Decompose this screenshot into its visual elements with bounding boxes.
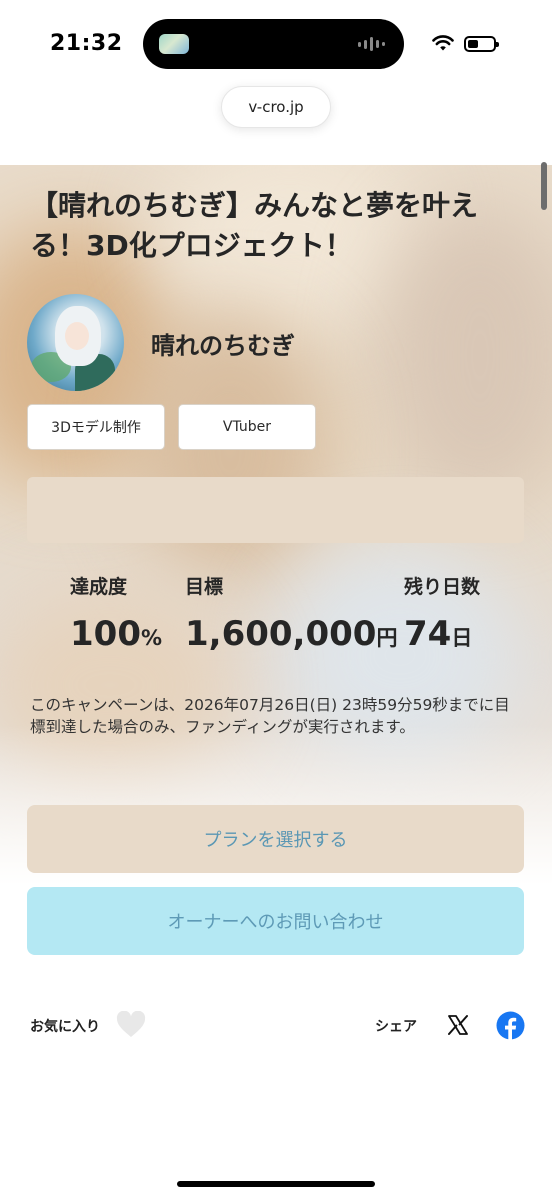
dynamic-island[interactable] (143, 19, 404, 69)
goal-value: 1,600,000円 (185, 614, 398, 654)
facebook-icon[interactable] (496, 1011, 525, 1040)
battery-icon (464, 36, 499, 52)
x-icon[interactable] (447, 1014, 469, 1036)
heart-icon[interactable] (116, 1011, 146, 1039)
progress-panel (27, 477, 524, 543)
favorite-label: お気に入り (30, 1019, 100, 1035)
contact-owner-button[interactable]: オーナーへのお問い合わせ (27, 887, 524, 955)
campaign-notice: このキャンペーンは、2026年07月26日(日) 23時59分59秒までに目標到… (30, 696, 510, 736)
share-label: シェア (375, 1019, 417, 1035)
home-indicator[interactable] (177, 1181, 375, 1187)
select-plan-button[interactable]: プランを選択する (27, 805, 524, 873)
audio-wave-icon (358, 35, 388, 53)
url-bar[interactable]: v-cro.jp (221, 86, 331, 128)
achievement-label: 達成度 (70, 576, 128, 598)
owner-name[interactable]: 晴れのちむぎ (151, 326, 295, 361)
tag-3d-model[interactable]: 3Dモデル制作 (27, 404, 165, 450)
achievement-value: 100% (70, 614, 163, 654)
wifi-icon (432, 35, 454, 51)
tag-vtuber[interactable]: VTuber (178, 404, 316, 450)
owner-avatar[interactable] (27, 294, 124, 391)
goal-label: 目標 (185, 576, 224, 598)
status-bar: 21:32 (0, 0, 552, 90)
days-left-label: 残り日数 (404, 576, 481, 598)
scrollbar[interactable] (541, 162, 547, 210)
now-playing-thumbnail (159, 34, 189, 54)
days-left-value: 74日 (404, 614, 473, 654)
status-time: 21:32 (50, 31, 123, 56)
project-title: 【晴れのちむぎ】みんなと夢を叶える！3D化プロジェクト！ (30, 189, 479, 262)
